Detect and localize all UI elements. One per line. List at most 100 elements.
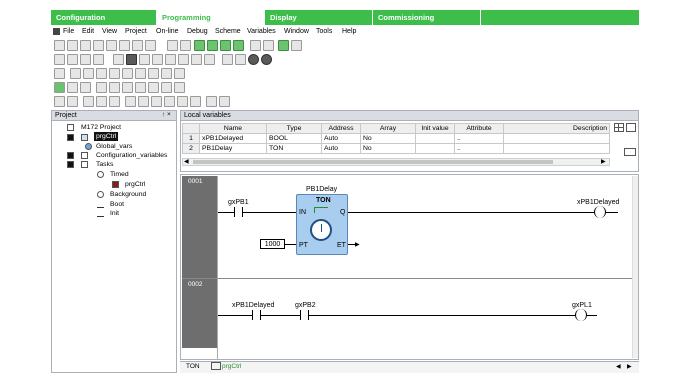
scroll-right-arrow[interactable]: ▶ <box>601 159 606 166</box>
horizontal-scrollbar[interactable]: ◀ ▶ <box>182 158 610 166</box>
menu-tools[interactable]: Tools <box>316 27 332 37</box>
pt-value-box[interactable]: 1000 <box>260 239 285 249</box>
compile-icon[interactable] <box>194 40 205 51</box>
object-icon[interactable] <box>126 54 137 65</box>
tree-timed-prgctrl[interactable]: prgCtrl <box>125 180 145 189</box>
menu-debug[interactable]: Debug <box>187 27 208 37</box>
table-row[interactable]: 1 xPB1Delayed BOOL Auto No .. <box>182 133 610 144</box>
var-type-cell[interactable]: BOOL <box>266 133 322 144</box>
library-icon[interactable] <box>80 54 91 65</box>
fbd-editor-icon[interactable] <box>67 96 78 107</box>
tree-background[interactable]: Background <box>110 190 146 199</box>
oscilloscope-icon[interactable] <box>235 54 246 65</box>
insert-rung-icon[interactable] <box>122 82 133 93</box>
goto-icon[interactable] <box>145 40 156 51</box>
watch-icon[interactable] <box>263 40 274 51</box>
tab-scroll-right-icon[interactable]: ▶ <box>627 363 632 370</box>
tree-boot[interactable]: Boot <box>110 200 124 209</box>
settings-icon[interactable] <box>165 54 176 65</box>
il-editor-icon[interactable] <box>83 96 94 107</box>
insert-coil-icon[interactable] <box>148 82 159 93</box>
menu-help[interactable]: Help <box>342 27 356 37</box>
table-icon[interactable] <box>191 54 202 65</box>
var-description-cell[interactable] <box>503 143 610 154</box>
expand-icon[interactable] <box>67 161 74 168</box>
reset-coil-icon[interactable] <box>190 96 201 107</box>
tab-commissioning[interactable]: Commissioning <box>373 10 481 25</box>
upload-icon[interactable] <box>233 40 244 51</box>
connect-icon[interactable] <box>250 40 261 51</box>
neg-contact-icon[interactable] <box>164 96 175 107</box>
insert-parallel-icon[interactable] <box>174 82 185 93</box>
menu-variables[interactable]: Variables <box>247 27 276 37</box>
paste-icon[interactable] <box>106 40 117 51</box>
insert-block-icon[interactable] <box>161 82 172 93</box>
block-icon[interactable] <box>83 68 94 79</box>
coil-xpb1delayed[interactable] <box>594 206 606 218</box>
var-name-cell[interactable]: xPB1Delayed <box>199 133 267 144</box>
col-header[interactable]: Address <box>321 123 361 134</box>
grid-view-icon[interactable] <box>614 123 624 132</box>
col-header[interactable]: Description <box>503 123 610 134</box>
bottom-tab-ton[interactable]: TON <box>186 362 200 372</box>
tree-root[interactable]: M172 Project <box>81 123 121 132</box>
cross-reference-icon[interactable] <box>152 54 163 65</box>
col-header[interactable]: Attribute <box>454 123 504 134</box>
comment-icon[interactable] <box>122 68 133 79</box>
tee-icon[interactable] <box>219 96 230 107</box>
ld-editor-icon[interactable] <box>54 96 65 107</box>
var-array-cell[interactable]: No <box>360 133 416 144</box>
cut-icon[interactable] <box>80 40 91 51</box>
scroll-thumb[interactable] <box>193 160 553 164</box>
var-init-cell[interactable] <box>415 143 455 154</box>
tab-configuration[interactable]: Configuration <box>51 10 157 25</box>
refresh-icon[interactable] <box>291 40 302 51</box>
tree-tasks[interactable]: Tasks <box>96 160 113 169</box>
columns-icon[interactable] <box>178 54 189 65</box>
contact-gxpb2[interactable] <box>300 310 309 320</box>
expand-icon[interactable] <box>67 152 74 159</box>
copy-icon[interactable] <box>93 40 104 51</box>
coil-gxpl1[interactable] <box>575 309 587 321</box>
find-icon[interactable] <box>119 40 130 51</box>
tree-timed[interactable]: Timed <box>110 170 129 179</box>
braces-icon[interactable] <box>109 96 120 107</box>
contact-xpb1delayed[interactable] <box>252 310 261 320</box>
return-icon[interactable] <box>109 68 120 79</box>
print-preview-icon[interactable] <box>180 40 191 51</box>
menu-view[interactable]: View <box>102 27 117 37</box>
closed-contact-icon[interactable] <box>138 96 149 107</box>
negate-icon[interactable] <box>174 68 185 79</box>
open-contact-icon[interactable] <box>125 96 136 107</box>
var-init-cell[interactable] <box>415 133 455 144</box>
redo-icon[interactable] <box>67 40 78 51</box>
insert-contact-icon[interactable] <box>135 82 146 93</box>
col-header[interactable] <box>182 123 200 134</box>
undo-icon[interactable] <box>54 40 65 51</box>
link-icon[interactable] <box>624 148 636 156</box>
save-icon[interactable] <box>93 54 104 65</box>
set-coil-icon[interactable] <box>177 96 188 107</box>
coil-toolbar-icon[interactable] <box>161 68 172 79</box>
tree-init[interactable]: Init <box>110 209 119 218</box>
add-pou-icon[interactable] <box>113 54 124 65</box>
menu-file[interactable]: File <box>63 27 74 37</box>
panel-pin-close-icon[interactable]: ↑ × <box>162 111 171 118</box>
var-array-cell[interactable]: No <box>360 143 416 154</box>
var-description-cell[interactable] <box>503 133 610 144</box>
vertical-scrollbar[interactable] <box>632 176 638 358</box>
list-icon[interactable] <box>204 54 215 65</box>
tab-scroll-left-icon[interactable]: ◀ <box>616 363 621 370</box>
zoom-icon[interactable] <box>80 82 91 93</box>
col-header[interactable]: Array <box>360 123 416 134</box>
network-icon[interactable] <box>70 68 81 79</box>
bottom-tab-prgctrl[interactable]: prgCtrl <box>211 362 242 372</box>
var-address-cell[interactable]: Auto <box>321 133 361 144</box>
debug-mode-icon[interactable] <box>278 40 289 51</box>
tree-config-vars[interactable]: Configuration_variables <box>96 151 167 160</box>
pos-contact-icon[interactable] <box>151 96 162 107</box>
tree-global-vars[interactable]: Global_vars <box>96 142 132 151</box>
menu-edit[interactable]: Edit <box>82 27 94 37</box>
new-file-icon[interactable] <box>54 54 65 65</box>
menu-scheme[interactable]: Scheme <box>215 27 241 37</box>
